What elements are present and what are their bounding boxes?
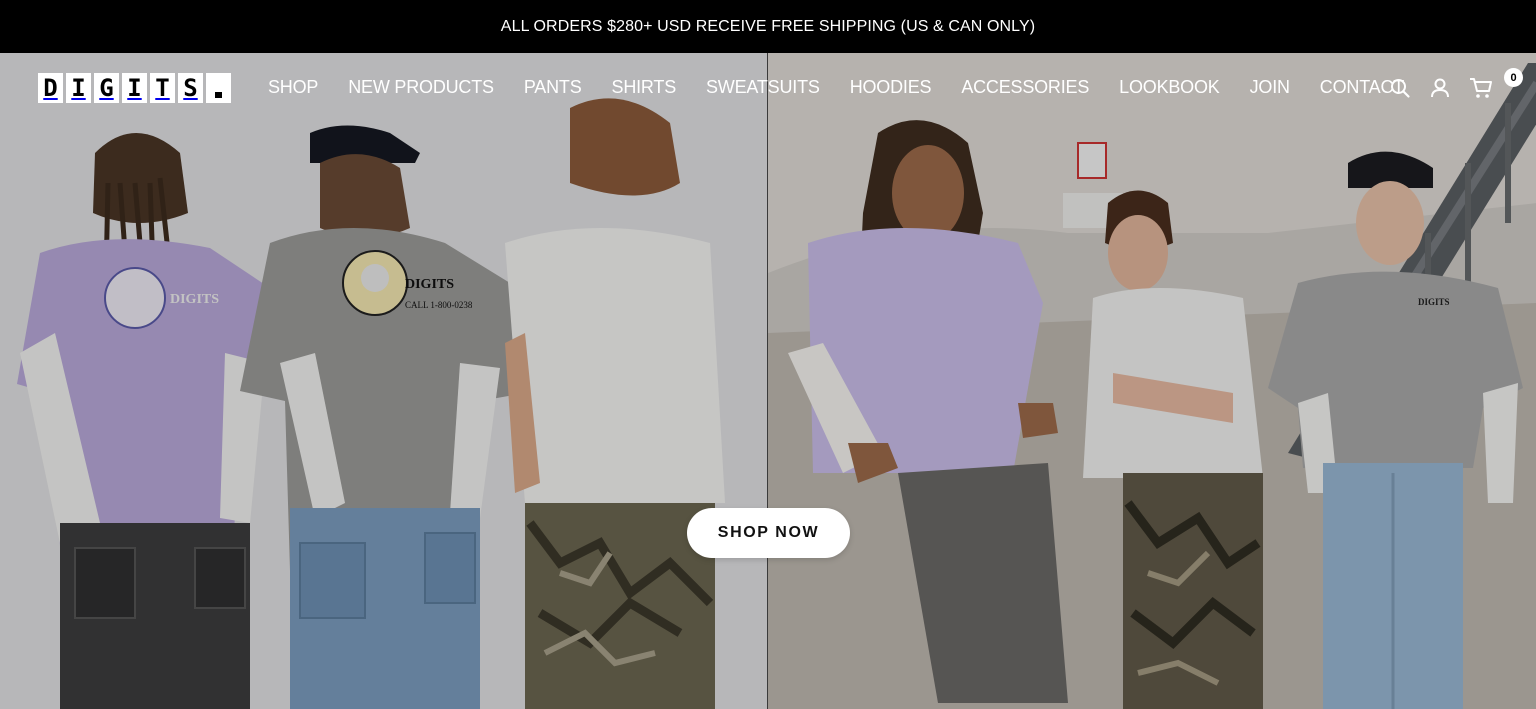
logo-dot	[206, 73, 231, 103]
header-actions: 0	[1389, 68, 1523, 103]
svg-text:DIGITS: DIGITS	[1418, 297, 1450, 307]
logo-letter: G	[94, 73, 119, 103]
hero-left-illustration: DIGITS DIGITS CALL 1-800-0238	[0, 53, 767, 709]
account-icon[interactable]	[1429, 77, 1451, 99]
svg-text:DIGITS: DIGITS	[405, 277, 454, 292]
cart-icon[interactable]: 0	[1469, 68, 1523, 99]
nav-item-accessories[interactable]: ACCESSORIES	[946, 77, 1104, 98]
cart-count-badge: 0	[1504, 68, 1523, 87]
logo-letter: S	[178, 73, 203, 103]
hero-banner[interactable]: DIGITS DIGITS CALL 1-800-0238 DIGITS	[0, 53, 1536, 709]
main-nav: SHOP NEW PRODUCTS PANTS SHIRTS SWEATSUIT…	[253, 75, 1419, 99]
nav-item-hoodies[interactable]: HOODIES	[835, 77, 947, 98]
nav-item-shirts[interactable]: SHIRTS	[597, 77, 691, 98]
search-icon[interactable]	[1389, 77, 1411, 99]
logo-letter: I	[122, 73, 147, 103]
svg-text:DIGITS: DIGITS	[170, 292, 219, 307]
nav-item-sweatsuits[interactable]: SWEATSUITS	[691, 77, 835, 98]
hero-image-right: DIGITS	[767, 53, 1536, 709]
logo-letter: D	[38, 73, 63, 103]
nav-item-new-products[interactable]: NEW PRODUCTS	[333, 77, 509, 98]
logo-letter: T	[150, 73, 175, 103]
nav-item-pants[interactable]: PANTS	[509, 77, 597, 98]
announcement-text: ALL ORDERS $280+ USD RECEIVE FREE SHIPPI…	[500, 17, 1036, 35]
hero-right-illustration: DIGITS	[768, 53, 1536, 709]
brand-logo[interactable]: D I G I T S	[38, 72, 231, 104]
nav-item-join[interactable]: JOIN	[1235, 77, 1305, 98]
nav-item-shop[interactable]: SHOP	[253, 77, 333, 98]
svg-text:CALL 1-800-0238: CALL 1-800-0238	[405, 300, 473, 310]
shop-now-button[interactable]: SHOP NOW	[687, 508, 850, 558]
nav-item-lookbook[interactable]: LOOKBOOK	[1104, 77, 1234, 98]
site-header: D I G I T S SHOP NEW PRODUCTS PANTS SHIR…	[0, 53, 1536, 121]
announcement-bar: ALL ORDERS $280+ USD RECEIVE FREE SHIPPI…	[0, 0, 1536, 53]
hero-image-left: DIGITS DIGITS CALL 1-800-0238	[0, 53, 767, 709]
logo-letter: I	[66, 73, 91, 103]
